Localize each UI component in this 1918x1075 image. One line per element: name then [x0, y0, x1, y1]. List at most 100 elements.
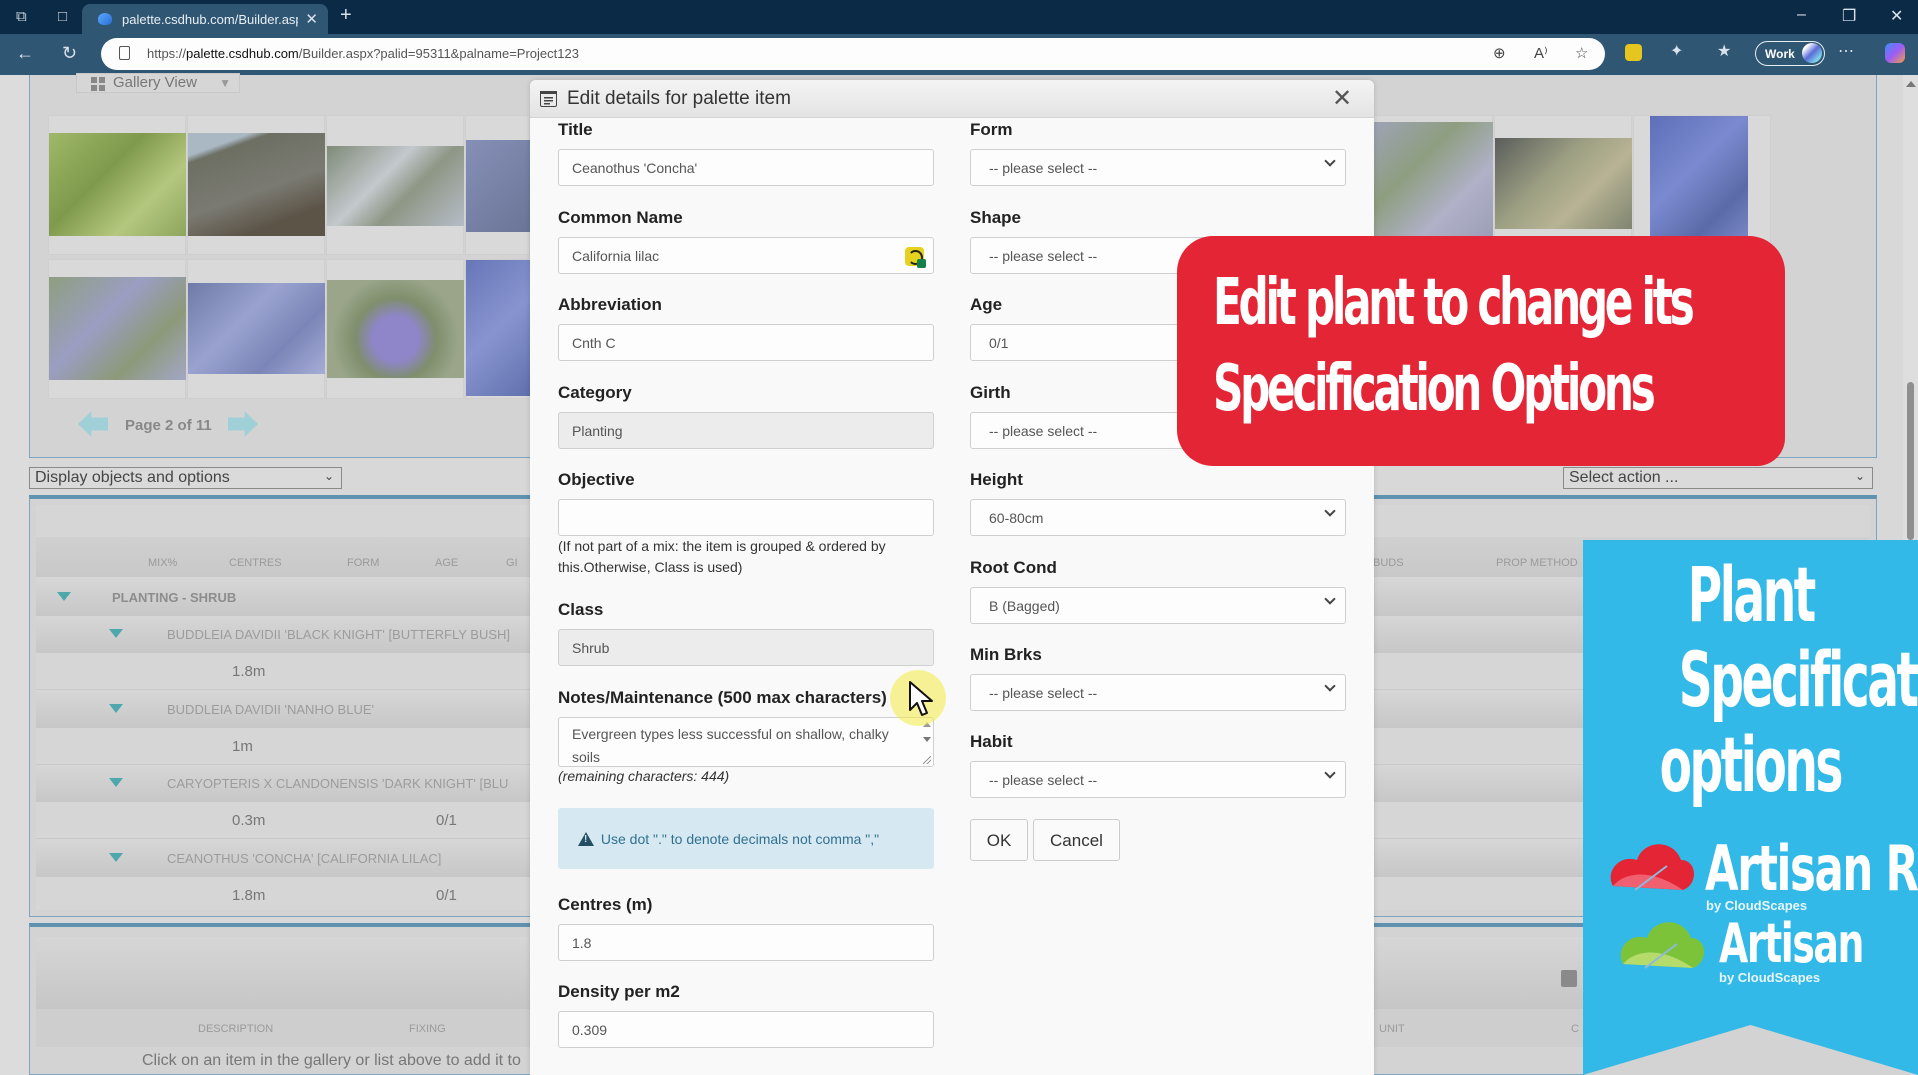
gallery-thumb[interactable]: [187, 115, 325, 255]
notes-label: Notes/Maintenance (500 max characters): [558, 688, 887, 707]
collapse-triangle-icon[interactable]: [109, 629, 123, 638]
gallery-thumb[interactable]: [48, 115, 186, 255]
url-text[interactable]: https://palette.csdhub.com/Builder.aspx?…: [147, 46, 579, 61]
class-input: Shrub: [558, 629, 934, 666]
display-mode-select[interactable]: Display objects and options ⌄: [29, 467, 342, 489]
gallery-thumb[interactable]: [48, 259, 186, 399]
window-close-button[interactable]: ✕: [1890, 6, 1903, 26]
abbreviation-input[interactable]: Cnth C: [558, 324, 934, 361]
ok-button[interactable]: OK: [970, 819, 1028, 861]
gallery-thumb[interactable]: [465, 259, 530, 399]
save-icon[interactable]: [1561, 970, 1577, 987]
root-cond-select[interactable]: B (Bagged): [970, 587, 1346, 624]
density-input[interactable]: 0.309: [558, 1011, 934, 1048]
scroll-up-icon[interactable]: [1906, 81, 1916, 87]
gallery-thumb[interactable]: [465, 115, 530, 255]
back-button[interactable]: ←: [16, 43, 34, 64]
scrollbar-thumb[interactable]: [1907, 382, 1914, 540]
column-header[interactable]: CENTRES: [229, 557, 282, 569]
tab-close-icon[interactable]: ✕: [305, 10, 318, 28]
favorites-icon[interactable]: ★: [1717, 41, 1731, 61]
column-header[interactable]: AGE: [435, 557, 458, 569]
gallery-thumb[interactable]: [1494, 115, 1632, 255]
column-header[interactable]: DESCRIPTION: [198, 1023, 273, 1035]
plant-photo: [188, 133, 325, 236]
habit-select[interactable]: -- please select --: [970, 761, 1346, 798]
lock-icon[interactable]: [119, 46, 130, 60]
collapse-triangle-icon[interactable]: [109, 853, 123, 862]
restore-button[interactable]: ❐: [1842, 6, 1856, 26]
action-select[interactable]: Select action ... ⌄: [1563, 467, 1873, 489]
brand-artisan-rv: Artisan RV: [1705, 832, 1918, 905]
form-select[interactable]: -- please select --: [970, 149, 1346, 186]
chevron-down-icon: ⌄: [323, 469, 334, 483]
new-tab-button[interactable]: +: [340, 4, 352, 27]
extension-icon[interactable]: [1625, 44, 1642, 61]
gallery-thumb[interactable]: [1633, 115, 1771, 256]
password-manager-icon[interactable]: [905, 247, 926, 268]
profile-button[interactable]: Work: [1755, 41, 1825, 66]
warning-icon: [578, 832, 594, 846]
plant-photo: [1650, 116, 1748, 256]
column-header[interactable]: PROP METHOD: [1496, 557, 1578, 569]
brand-artisan: Artisan: [1719, 912, 1864, 975]
collapse-triangle-icon[interactable]: [57, 592, 71, 601]
column-header[interactable]: MIX%: [148, 557, 177, 569]
cancel-button[interactable]: Cancel: [1033, 819, 1120, 861]
gallery-view-toggle[interactable]: Gallery View ▼: [76, 73, 240, 93]
collapse-triangle-icon[interactable]: [109, 778, 123, 787]
tab-actions-icon[interactable]: □: [58, 8, 67, 25]
column-header[interactable]: BUDS: [1373, 557, 1404, 569]
avatar: [1802, 43, 1822, 63]
dialog-title: Edit details for palette item: [567, 88, 791, 109]
item-centres: 0.3m: [232, 812, 266, 829]
notes-textarea[interactable]: Evergreen types less successful on shall…: [558, 717, 934, 767]
page-indicator: Page 2 of 11: [125, 417, 212, 434]
brand-artisan-rv-subtitle: by CloudScapes: [1706, 898, 1808, 913]
address-bar[interactable]: https://palette.csdhub.com/Builder.aspx?…: [101, 38, 1605, 70]
height-select[interactable]: 60-80cm: [970, 499, 1346, 536]
browser-tab-active[interactable]: palette.csdhub.com/Builder.aspx? ✕: [82, 4, 328, 34]
dialog-close-button[interactable]: ✕: [1332, 84, 1352, 113]
column-header[interactable]: UNIT: [1379, 1023, 1405, 1035]
caret-down-icon: ▼: [219, 76, 231, 90]
branding-panel: Plant Specification options Artisan RV b…: [1583, 540, 1918, 1075]
column-header[interactable]: C: [1571, 1023, 1579, 1035]
read-aloud-icon[interactable]: A⁾: [1534, 44, 1548, 62]
centres-input[interactable]: 1.8: [558, 924, 934, 961]
resize-handle[interactable]: [923, 756, 931, 764]
refresh-button[interactable]: ↻: [62, 43, 77, 64]
extensions-icon[interactable]: ✦: [1670, 41, 1683, 61]
column-header[interactable]: FIXING: [409, 1023, 446, 1035]
zoom-icon[interactable]: ⊕: [1493, 44, 1506, 62]
copilot-icon[interactable]: [1885, 43, 1905, 63]
minimize-button[interactable]: –: [1797, 6, 1806, 24]
column-header[interactable]: GI: [506, 557, 518, 569]
objective-input[interactable]: [558, 499, 934, 536]
column-header[interactable]: FORM: [347, 557, 379, 569]
title-input[interactable]: Ceanothus 'Concha': [558, 149, 934, 186]
previous-page-arrow-icon[interactable]: [78, 411, 108, 437]
collapse-triangle-icon[interactable]: [109, 704, 123, 713]
plant-photo: [327, 146, 464, 226]
habit-label: Habit: [970, 732, 1013, 751]
gallery-thumb[interactable]: [326, 259, 464, 399]
dialog-header[interactable]: Edit details for palette item ✕: [530, 80, 1374, 118]
more-menu-icon[interactable]: ⋯: [1838, 41, 1854, 61]
scroll-down-icon[interactable]: [923, 737, 931, 742]
girth-label: Girth: [970, 383, 1011, 402]
favorite-star-icon[interactable]: ☆: [1575, 44, 1588, 62]
item-name: CEANOTHUS 'CONCHA' [CALIFORNIA LILAC]: [167, 851, 442, 866]
gallery-thumb[interactable]: [1355, 115, 1493, 255]
gallery-thumb[interactable]: [326, 115, 464, 255]
gallery-thumb[interactable]: [187, 259, 325, 399]
next-page-arrow-icon[interactable]: [228, 411, 258, 437]
common-name-input[interactable]: California lilac: [558, 237, 934, 274]
tutorial-callout: Edit plant to change its Specification O…: [1177, 236, 1785, 466]
empty-hint: Click on an item in the gallery or list …: [142, 1052, 521, 1069]
tab-title: palette.csdhub.com/Builder.aspx?: [122, 12, 298, 27]
density-label: Density per m2: [558, 982, 680, 1001]
workspaces-icon[interactable]: ⧉: [16, 8, 27, 25]
min-brks-select[interactable]: -- please select --: [970, 674, 1346, 711]
remaining-characters: (remaining characters: 444): [558, 768, 730, 784]
